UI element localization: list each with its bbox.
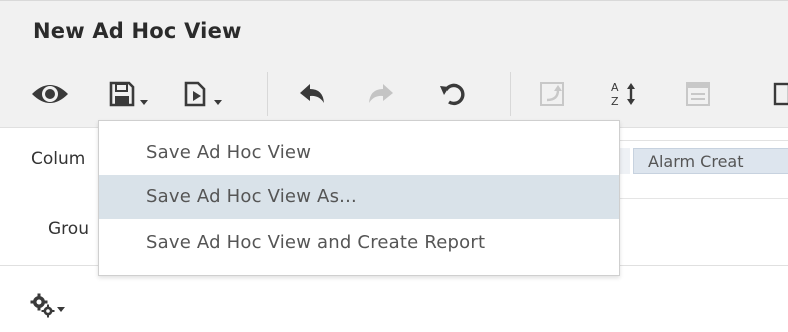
gear-icon bbox=[30, 293, 55, 318]
save-menu-button[interactable] bbox=[108, 76, 149, 112]
pivot-icon[interactable] bbox=[538, 76, 568, 112]
divider bbox=[610, 198, 788, 199]
options-icon[interactable] bbox=[684, 76, 712, 112]
save-dropdown-menu: Save Ad Hoc View Save Ad Hoc View As... … bbox=[98, 120, 620, 276]
sort-icon[interactable]: A Z bbox=[610, 76, 640, 112]
export-menu-button[interactable] bbox=[182, 76, 223, 112]
toolbar-divider bbox=[510, 72, 511, 116]
svg-text:A: A bbox=[611, 81, 619, 94]
menu-item-save-as[interactable]: Save Ad Hoc View As... bbox=[99, 175, 619, 219]
document-icon[interactable] bbox=[772, 76, 788, 112]
undo-icon[interactable] bbox=[297, 76, 327, 112]
chevron-down-icon bbox=[57, 307, 65, 312]
redo-icon[interactable] bbox=[366, 76, 396, 112]
toolbar: A Z bbox=[0, 62, 788, 128]
eye-icon[interactable] bbox=[30, 76, 70, 112]
chevron-down-icon bbox=[214, 100, 222, 105]
chevron-down-icon bbox=[140, 100, 148, 105]
menu-item-save[interactable]: Save Ad Hoc View bbox=[99, 131, 619, 175]
columns-label: Colum bbox=[31, 149, 86, 169]
page-title: New Ad Hoc View bbox=[33, 19, 242, 43]
menu-item-save-create-report[interactable]: Save Ad Hoc View and Create Report bbox=[99, 221, 619, 265]
save-icon bbox=[109, 81, 135, 107]
svg-text:Z: Z bbox=[611, 95, 619, 108]
reset-icon[interactable] bbox=[438, 76, 468, 112]
export-icon bbox=[184, 81, 206, 107]
title-bar: New Ad Hoc View bbox=[0, 0, 788, 62]
toolbar-divider bbox=[267, 72, 268, 116]
column-chip[interactable]: Alarm Creat bbox=[633, 148, 788, 174]
groups-label: Grou bbox=[48, 219, 89, 239]
settings-menu-button[interactable] bbox=[30, 291, 70, 321]
